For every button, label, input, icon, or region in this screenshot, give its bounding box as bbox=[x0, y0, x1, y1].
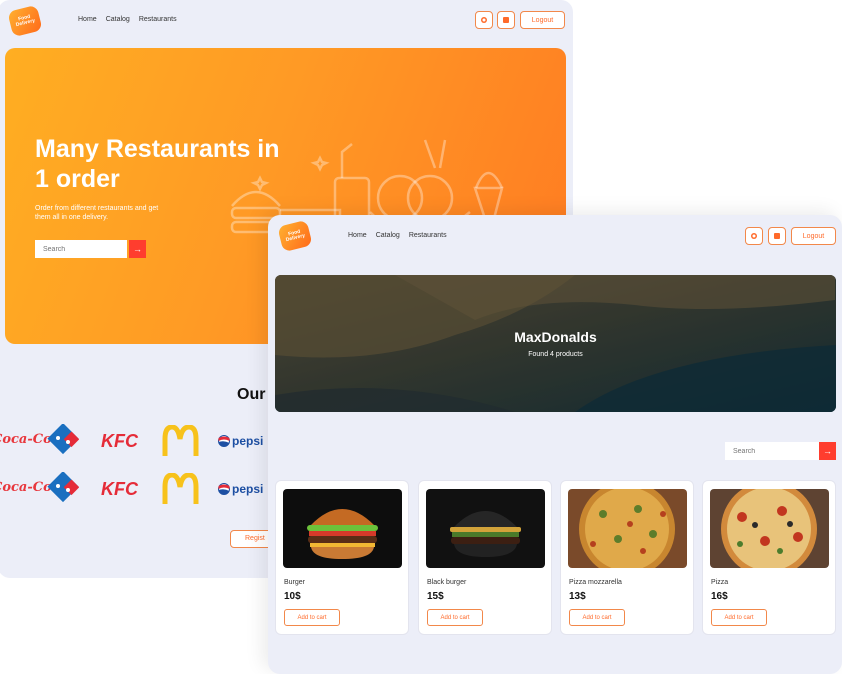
add-to-cart-button[interactable]: Add to cart bbox=[427, 609, 483, 626]
food-delivery-logo[interactable]: Food Delivery bbox=[7, 4, 43, 38]
kfc-logo: KFC bbox=[101, 431, 138, 451]
product-price: 15$ bbox=[427, 591, 444, 602]
product-name: Pizza mozzarella bbox=[569, 579, 622, 586]
arrow-right-icon: → bbox=[823, 446, 832, 456]
product-name: Pizza bbox=[711, 579, 729, 586]
product-name: Burger bbox=[284, 579, 306, 586]
products-found-text: Found 4 products bbox=[528, 351, 583, 358]
pizza-image-icon bbox=[710, 489, 829, 568]
nav-home[interactable]: Home bbox=[78, 16, 97, 23]
cart-button[interactable] bbox=[768, 227, 786, 245]
mcdonalds-logo-icon bbox=[162, 425, 199, 456]
nav-home[interactable]: Home bbox=[348, 232, 367, 239]
kfc-logo: KFC bbox=[101, 479, 138, 499]
partners-heading: Our bbox=[237, 386, 266, 403]
cart-button[interactable] bbox=[497, 11, 515, 29]
nav-restaurants[interactable]: Restaurants bbox=[409, 232, 447, 239]
add-to-cart-button[interactable]: Add to cart bbox=[284, 609, 340, 626]
arrow-right-icon: → bbox=[133, 244, 142, 254]
add-to-cart-button[interactable]: Add to cart bbox=[711, 609, 767, 626]
hero-title: Many Restaurants in 1 order bbox=[35, 135, 280, 193]
hero-search-input[interactable] bbox=[35, 240, 127, 258]
bag-icon bbox=[503, 17, 509, 23]
burger-image-icon bbox=[283, 489, 402, 568]
logout-button[interactable]: Logout bbox=[791, 227, 836, 245]
hero-search-button[interactable]: → bbox=[129, 240, 146, 258]
top-nav: Food Delivery Home Catalog Restaurants L… bbox=[268, 215, 842, 255]
product-price: 13$ bbox=[569, 591, 586, 602]
food-delivery-logo[interactable]: Food Delivery bbox=[277, 219, 313, 253]
restaurant-name: MaxDonalds bbox=[514, 329, 597, 345]
product-card: Pizza 16$ Add to cart bbox=[702, 480, 836, 635]
top-nav: Food Delivery Home Catalog Restaurants L… bbox=[0, 0, 573, 40]
product-price: 10$ bbox=[284, 591, 301, 602]
gear-icon bbox=[751, 233, 757, 239]
product-card: Burger 10$ Add to cart bbox=[275, 480, 409, 635]
dominos-logo-icon bbox=[47, 472, 79, 503]
settings-button[interactable] bbox=[475, 11, 493, 29]
nav-catalog[interactable]: Catalog bbox=[376, 232, 400, 239]
product-search-input[interactable] bbox=[725, 442, 819, 460]
pizza-mozzarella-image-icon bbox=[568, 489, 687, 568]
restaurant-banner: MaxDonalds Found 4 products bbox=[275, 275, 836, 412]
pepsi-globe-icon bbox=[218, 483, 230, 495]
product-name: Black burger bbox=[427, 579, 467, 586]
gear-icon bbox=[481, 17, 487, 23]
pepsi-logo: pepsi bbox=[232, 482, 264, 496]
add-to-cart-button[interactable]: Add to cart bbox=[569, 609, 625, 626]
hero-subtitle: Order from different restaurants and get… bbox=[35, 205, 159, 221]
settings-button[interactable] bbox=[745, 227, 763, 245]
pepsi-logo: pepsi bbox=[232, 434, 264, 448]
product-search-button[interactable]: → bbox=[819, 442, 836, 460]
bag-icon bbox=[774, 233, 780, 239]
nav-restaurants[interactable]: Restaurants bbox=[139, 16, 177, 23]
logo-text: Food Delivery bbox=[285, 228, 306, 244]
black-burger-image-icon bbox=[426, 489, 545, 568]
logout-button[interactable]: Logout bbox=[520, 11, 565, 29]
restaurant-page-window: Food Delivery Home Catalog Restaurants L… bbox=[268, 215, 842, 674]
logo-text: Food Delivery bbox=[15, 13, 36, 29]
product-card: Black burger 15$ Add to cart bbox=[418, 480, 552, 635]
product-card: Pizza mozzarella 13$ Add to cart bbox=[560, 480, 694, 635]
product-price: 16$ bbox=[711, 591, 728, 602]
nav-catalog[interactable]: Catalog bbox=[106, 16, 130, 23]
mcdonalds-logo-icon bbox=[162, 473, 199, 504]
dominos-logo-icon bbox=[47, 424, 79, 455]
pepsi-globe-icon bbox=[218, 435, 230, 447]
